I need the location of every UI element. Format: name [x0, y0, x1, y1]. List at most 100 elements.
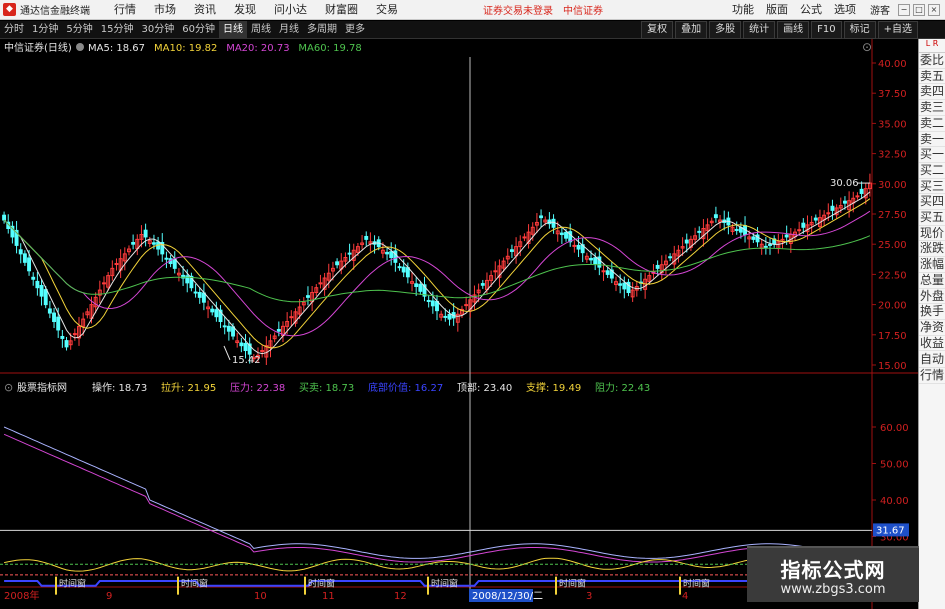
- sidebar-item-quote[interactable]: 行情: [919, 368, 945, 384]
- chart-area[interactable]: 40.00 37.50 35.00 32.50 30.00 27.50 25.00 22.50…: [0, 39, 918, 609]
- candle-body: [72, 333, 77, 336]
- candle-body: [697, 230, 702, 233]
- sidebar-item-outer[interactable]: 外盘: [919, 289, 945, 305]
- sidebar-item-buy1[interactable]: 买一: [919, 147, 945, 163]
- candle-body: [114, 263, 119, 266]
- menu-item-layout[interactable]: 版面: [760, 0, 794, 20]
- guest-user[interactable]: 游客: [862, 2, 898, 17]
- menu-item-options[interactable]: 选项: [828, 0, 862, 20]
- axes: 40.00 37.50 35.00 32.50 30.00 27.50 25.00 22.50…: [0, 39, 918, 609]
- candle-body: [401, 266, 406, 273]
- candle-body: [751, 236, 756, 240]
- candle-body: [364, 235, 369, 240]
- menu-item-formula[interactable]: 公式: [794, 0, 828, 20]
- menu-item-function[interactable]: 功能: [726, 0, 760, 20]
- candle-body: [43, 289, 48, 306]
- sidebar-item-price[interactable]: 现价: [919, 226, 945, 242]
- tool-add-watchlist[interactable]: +自选: [877, 20, 918, 39]
- candle-body: [618, 283, 623, 286]
- sidebar-item-net-asset[interactable]: 净资: [919, 320, 945, 336]
- period-tab-60min[interactable]: 60分钟: [178, 21, 219, 39]
- sidebar-item-sell2[interactable]: 卖二: [919, 116, 945, 132]
- sidebar-item-change-pct[interactable]: 涨幅: [919, 257, 945, 273]
- candle-body: [143, 229, 148, 238]
- time-window-label: 时间窗: [683, 578, 710, 590]
- crosshair-date-label: 2008/12/30/二: [472, 591, 543, 602]
- candle-body: [797, 229, 802, 232]
- time-window-label: 时间窗: [559, 578, 586, 590]
- sidebar-item-volume[interactable]: 总量: [919, 273, 945, 289]
- sidebar-item-weibi[interactable]: 委比: [919, 53, 945, 69]
- period-tab-5min[interactable]: 5分钟: [62, 21, 96, 39]
- right-menu: 功能 版面 公式 选项: [726, 0, 862, 20]
- sidebar-item-sell3[interactable]: 卖三: [919, 100, 945, 116]
- period-tab-multi[interactable]: 多周期: [303, 21, 341, 39]
- tool-f10[interactable]: F10: [811, 20, 842, 39]
- menu-item-ask[interactable]: 问小达: [265, 0, 316, 20]
- sidebar-item-sell5[interactable]: 卖五: [919, 69, 945, 85]
- indicator-field: 支撑: 19.49: [526, 381, 581, 394]
- sidebar-item-buy5[interactable]: 买五: [919, 210, 945, 226]
- tool-overlay[interactable]: 叠加: [675, 20, 708, 39]
- period-tab-more[interactable]: 更多: [341, 21, 369, 39]
- menu-item-trade[interactable]: 交易: [367, 0, 407, 20]
- menu-item-wealth[interactable]: 财富圈: [316, 0, 367, 20]
- price-tick-label: 20.00: [878, 301, 907, 312]
- candle-body: [222, 325, 227, 328]
- candle-body: [855, 195, 860, 198]
- period-tab-1min[interactable]: 1分钟: [28, 21, 62, 39]
- indicator-lines: 时间窗时间窗时间窗时间窗时间窗时间窗时间窗: [0, 426, 872, 595]
- sidebar-item-turnover[interactable]: 换手: [919, 304, 945, 320]
- minimize-icon[interactable]: −: [898, 3, 910, 16]
- candle-body: [318, 282, 323, 285]
- candle-body: [414, 283, 419, 287]
- indicator-field: 阻力: 22.43: [595, 381, 650, 394]
- period-tab-weekly[interactable]: 周线: [247, 21, 275, 39]
- candle-body: [31, 276, 36, 280]
- watermark-title: 指标公式网: [780, 558, 886, 582]
- menu-item-market[interactable]: 市场: [145, 0, 185, 20]
- period-tab-daily[interactable]: 日线: [218, 20, 247, 39]
- menu-item-news[interactable]: 资讯: [185, 0, 225, 20]
- candle-body: [655, 264, 660, 269]
- candle-body: [480, 283, 485, 286]
- candle-body: [397, 266, 402, 269]
- indicator-title: 股票指标网: [17, 381, 67, 394]
- tool-statistics[interactable]: 统计: [743, 20, 776, 39]
- title-bar: ◆ 通达信金融终端 行情 市场 资讯 发现 问小达 财富圈 交易 证券交易未登录…: [0, 0, 945, 20]
- sidebar-tag[interactable]: L R: [919, 39, 945, 53]
- chart-settings-icon[interactable]: ⊙: [862, 40, 872, 54]
- period-tab-intraday[interactable]: 分时: [0, 21, 28, 39]
- sidebar-item-sell1[interactable]: 卖一: [919, 132, 945, 148]
- indicator-settings-icon[interactable]: ⊙: [4, 381, 13, 394]
- tool-restore-rights[interactable]: 复权: [641, 20, 674, 39]
- close-icon[interactable]: ×: [928, 3, 940, 16]
- broker-name[interactable]: 中信证券: [563, 2, 603, 17]
- sidebar-item-auto[interactable]: 自动: [919, 352, 945, 369]
- ma-legend-item: MA20: 20.73: [226, 43, 289, 54]
- sidebar-item-earnings[interactable]: 收益: [919, 336, 945, 352]
- tool-multi-stock[interactable]: 多股: [709, 20, 742, 39]
- candle-body: [39, 285, 44, 297]
- settings-icon[interactable]: [76, 43, 84, 51]
- ma-legend-item: MA10: 19.82: [154, 43, 217, 54]
- tool-draw[interactable]: 画线: [777, 20, 810, 39]
- sidebar-item-buy2[interactable]: 买二: [919, 163, 945, 179]
- sidebar-item-sell4[interactable]: 卖四: [919, 84, 945, 101]
- maximize-icon[interactable]: □: [913, 3, 925, 16]
- main-menu: 行情 市场 资讯 发现 问小达 财富圈 交易: [105, 0, 407, 20]
- sidebar-item-change[interactable]: 涨跌: [919, 241, 945, 258]
- period-tab-15min[interactable]: 15分钟: [97, 21, 138, 39]
- login-status[interactable]: 证券交易未登录: [483, 2, 553, 17]
- period-tab-monthly[interactable]: 月线: [275, 21, 303, 39]
- sidebar-item-buy3[interactable]: 买三: [919, 179, 945, 195]
- indicator-tick-label: 60.00: [880, 423, 909, 434]
- menu-item-quotes[interactable]: 行情: [105, 0, 145, 20]
- candle-body: [385, 251, 390, 255]
- menu-item-discover[interactable]: 发现: [225, 0, 265, 20]
- tool-mark[interactable]: 标记: [843, 20, 876, 39]
- sidebar-item-buy4[interactable]: 买四: [919, 194, 945, 211]
- ma10-line: [3, 198, 871, 349]
- period-tab-30min[interactable]: 30分钟: [137, 21, 178, 39]
- time-window-label: 时间窗: [431, 578, 458, 590]
